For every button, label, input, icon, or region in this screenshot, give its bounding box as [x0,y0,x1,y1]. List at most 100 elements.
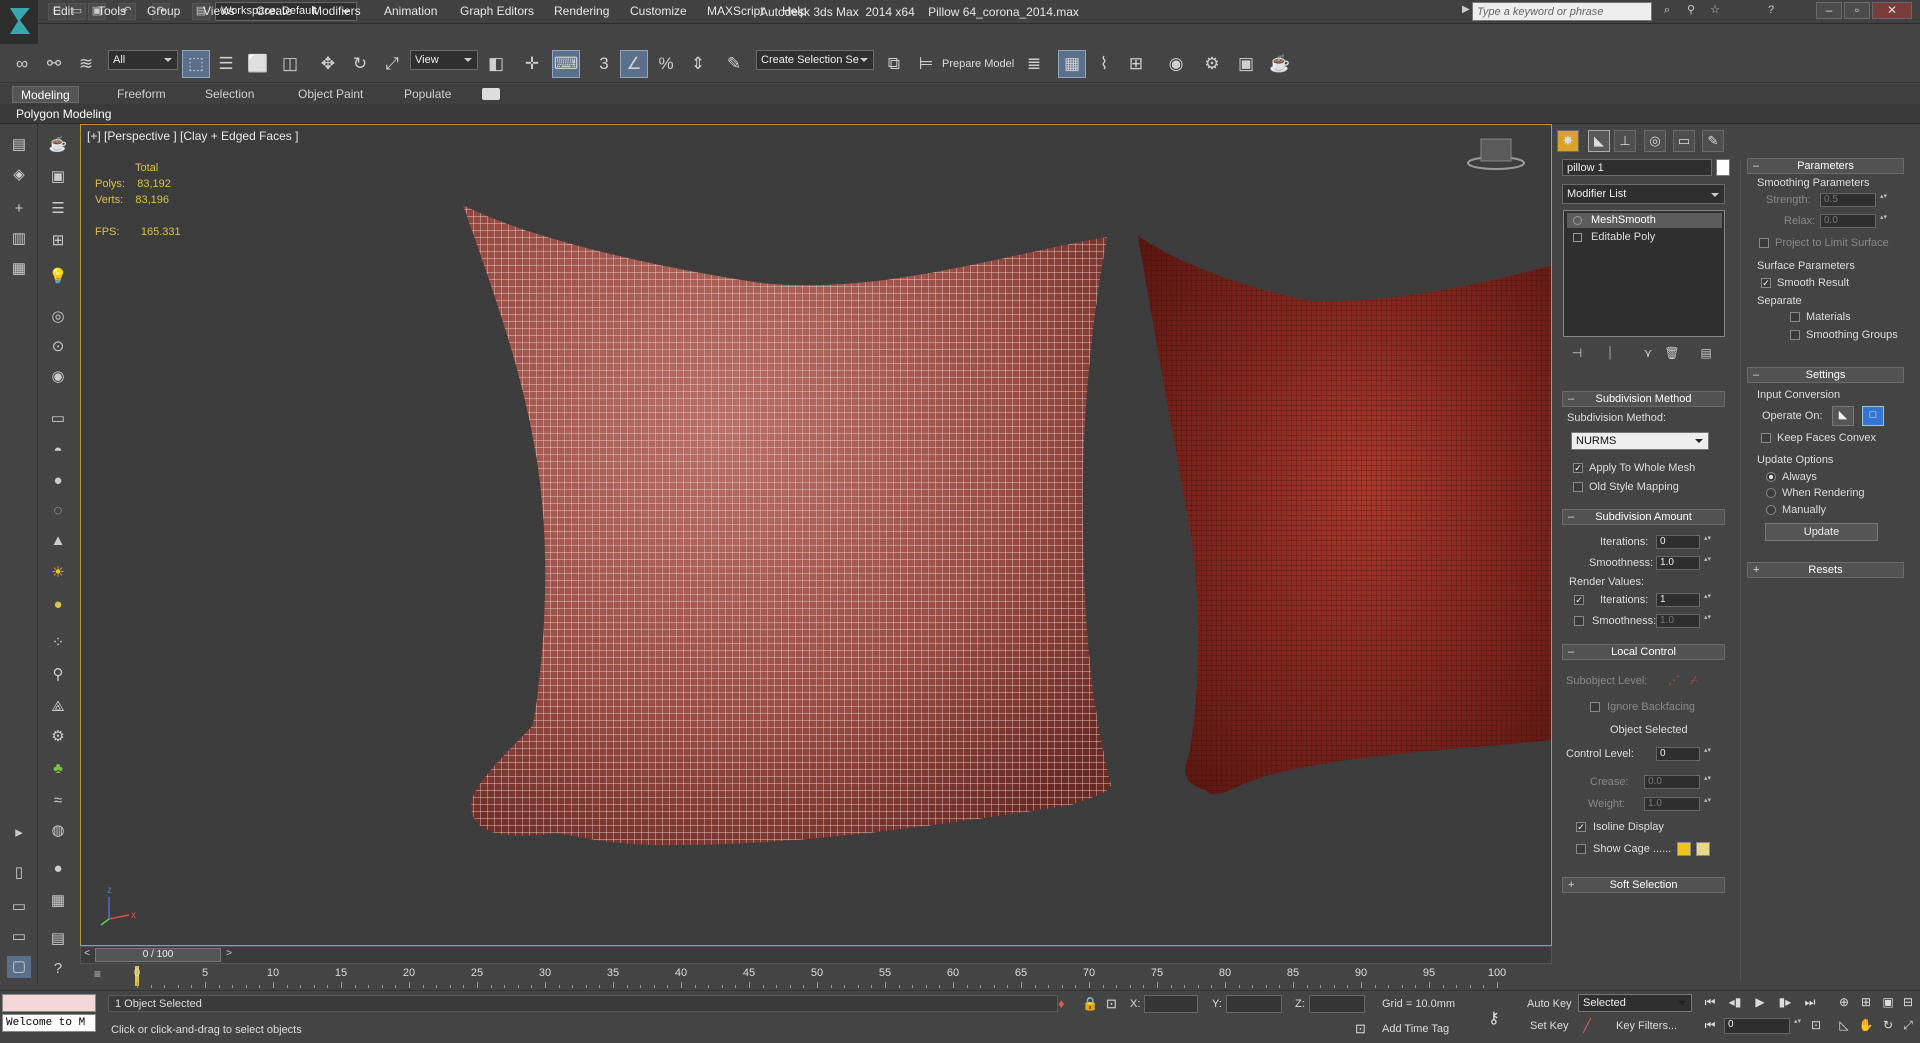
layout-3-icon[interactable]: ▭ [7,926,31,948]
zoom-extents-icon[interactable]: ▣ [1878,993,1898,1011]
close-icon[interactable]: ✕ [1872,2,1912,19]
help-icon[interactable]: ? [1762,3,1780,20]
operate-on-polygons-icon[interactable]: □ [1862,406,1884,426]
layer-explorer-icon[interactable]: ◈ [7,164,31,186]
time-tag-icon[interactable]: ⊡ [1355,1021,1366,1037]
key-mode-toggle-icon[interactable]: ⏮ [1700,1016,1720,1034]
help-small-icon[interactable]: ? [46,958,70,980]
key-filters-button[interactable]: Key Filters... [1616,1020,1677,1032]
render-setup-icon[interactable]: ⚙ [1198,50,1226,78]
render-smoothness-checkbox[interactable] [1574,616,1584,626]
modify-panel-icon[interactable]: ◣ [1588,130,1610,152]
rollout-soft-selection[interactable]: + Soft Selection [1562,877,1725,893]
align-icon[interactable]: ⊨ [912,50,940,78]
modifier-stack[interactable]: MeshSmooth Editable Poly [1563,210,1725,337]
rollout-parameters[interactable]: – Parameters [1747,158,1904,174]
pillow-back[interactable] [1138,236,1552,795]
track-bar[interactable]: ≡ 0 5 10 15 20 25 30 35 40 45 50 55 60 65 70 75 80 85 90 95… [80,964,1552,988]
container-icon[interactable]: ▥ [7,228,31,250]
box-icon[interactable]: ▭ [46,408,70,430]
always-radio[interactable] [1766,472,1776,482]
layout-1-icon[interactable]: ▯ [7,862,31,884]
play-icon[interactable]: ▶ [1750,993,1770,1011]
make-unique-icon[interactable]: ⋎ [1636,342,1660,364]
torus-icon[interactable]: ◌ [46,500,70,522]
graphite-modeling-tools-icon[interactable]: ▦ [1058,50,1086,78]
menu-customize[interactable]: Customize [630,4,687,18]
render-iterations-checkbox[interactable]: ✓ [1574,595,1584,605]
menu-rendering[interactable]: Rendering [554,4,609,18]
menu-graph-editors[interactable]: Graph Editors [460,4,534,18]
modifier-list-dropdown[interactable]: Modifier List [1562,184,1725,204]
show-end-result-icon[interactable]: ⏐ [1598,342,1622,364]
menu-modifiers[interactable]: Modifiers [312,4,361,18]
keep-faces-convex-checkbox[interactable] [1761,433,1771,443]
relax-spinner[interactable]: 0.0 [1820,214,1888,228]
rollout-resets[interactable]: + Resets [1747,562,1904,578]
display-panel-icon[interactable]: ▭ [1673,130,1695,152]
control-level-spinner[interactable]: 0 [1656,747,1712,761]
angle-snap-icon[interactable]: ∠ [620,50,648,78]
schematic-view-icon[interactable]: ⊞ [1122,50,1150,78]
select-manipulate-icon[interactable]: ✛ [518,50,546,78]
gear-icon[interactable]: ⚙ [46,726,70,748]
tab-modeling[interactable]: Modeling [12,86,79,103]
reference-coordinate-dropdown[interactable]: View [410,50,478,70]
search-input[interactable]: Type a keyword or phrase [1472,2,1652,21]
spinner-snap-icon[interactable]: ⇕ [684,50,712,78]
pipe-icon[interactable]: ⚲ [46,664,70,686]
add-time-tag[interactable]: Add Time Tag [1382,1023,1449,1035]
tab-freeform[interactable]: Freeform [109,86,174,103]
select-by-name-icon[interactable]: ☰ [212,50,240,78]
create-panel-icon[interactable]: ✸ [1557,130,1579,152]
rollout-subdivision-amount[interactable]: – Subdivision Amount [1562,509,1725,525]
subobject-vertex-icon[interactable]: ⋰ [1668,673,1680,687]
field-of-view-icon[interactable]: ◺ [1834,1016,1854,1034]
set-key-button[interactable]: Set Key [1530,1020,1569,1032]
menu-help[interactable]: Help [782,4,807,18]
maxscript-listener-output[interactable] [2,994,96,1012]
go-to-end-icon[interactable]: ⏭ [1800,993,1820,1011]
object-name-input[interactable]: pillow 1 [1562,159,1712,176]
omni-light-icon[interactable]: ● [46,594,70,616]
curve-editor-icon[interactable]: ⌇ [1090,50,1118,78]
update-button[interactable]: Update [1765,523,1878,541]
menu-edit[interactable]: Edit [53,4,74,18]
layout-2-icon[interactable]: ▭ [7,896,31,918]
render-iterations-spinner[interactable]: 1 [1656,593,1712,607]
menu-animation[interactable]: Animation [384,4,437,18]
x-coordinate-input[interactable] [1144,995,1198,1013]
cone-icon[interactable]: ▲ [46,530,70,552]
sun-icon[interactable]: ☀ [46,562,70,584]
isoline-display-checkbox[interactable]: ✓ [1576,822,1586,832]
orbit-icon[interactable]: ↻ [1878,1016,1898,1034]
explorer-icon[interactable]: ▦ [7,258,31,280]
selection-lock-icon[interactable]: 🔒 [1082,996,1098,1012]
ignore-backfacing-checkbox[interactable] [1590,702,1600,712]
stack-item-editable-poly[interactable]: Editable Poly [1567,230,1722,245]
unlink-icon[interactable]: ⚯ [40,50,68,78]
tab-object-paint[interactable]: Object Paint [290,86,371,103]
pillow-front[interactable] [463,205,1111,846]
plant-icon[interactable]: ♣ [46,758,70,780]
auto-key-button[interactable]: Auto Key [1527,998,1572,1010]
zoom-extents-all-icon[interactable]: ⊟ [1898,993,1918,1011]
utilities-panel-icon[interactable]: ✎ [1702,130,1724,152]
rollout-subdivision-method[interactable]: – Subdivision Method [1562,391,1725,407]
next-frame-icon[interactable]: ▮▸ [1775,993,1795,1011]
object-color-swatch[interactable] [1716,159,1730,176]
prepare-model-label[interactable]: Prepare Model [942,58,1014,70]
tab-populate[interactable]: Populate [396,86,459,103]
mirror-icon[interactable]: ⧉ [880,50,908,78]
menu-create[interactable]: Create [256,4,292,18]
material-editor-icon[interactable]: ◉ [1162,50,1190,78]
render-production-icon[interactable]: ☕ [1266,50,1294,78]
iterations-spinner[interactable]: 0 [1656,535,1712,549]
search-arrow-icon[interactable]: ▶ [1462,4,1470,15]
teapot-icon[interactable]: ☕ [46,134,70,156]
stack-item-meshsmooth[interactable]: MeshSmooth [1567,213,1722,228]
subdivision-method-dropdown[interactable]: NURMS [1571,432,1709,450]
schematic-icon[interactable]: ⊞ [46,230,70,252]
lightbulb-icon[interactable] [1573,216,1582,225]
percent-snap-icon[interactable]: % [652,50,680,78]
